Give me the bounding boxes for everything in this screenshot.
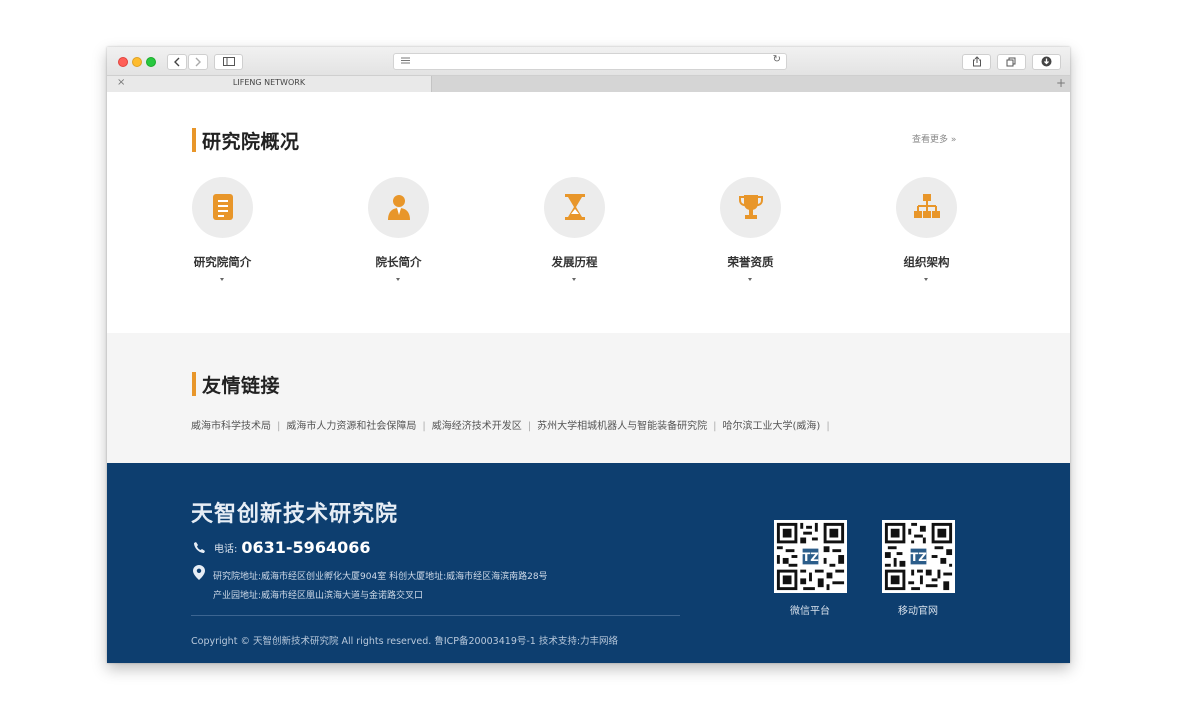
link-separator: |	[277, 421, 281, 432]
qr-code-icon: TZ	[882, 520, 955, 593]
footer-phone: 电话: 0631-5964066	[193, 538, 370, 557]
org-chart-icon	[914, 194, 940, 218]
share-button[interactable]	[962, 54, 991, 70]
zoom-window-button[interactable]	[146, 57, 156, 67]
feature-icon-circle	[544, 177, 605, 238]
link-separator: |	[422, 421, 426, 432]
friend-links-list: 威海市科学技术局 | 威海市人力资源和社会保障局 | 威海经济技术开发区 | 苏州大学相城机…	[191, 417, 836, 432]
chevron-left-icon	[174, 57, 180, 67]
feature-label: 荣誉资质	[727, 255, 774, 269]
feature-icon-circle	[720, 177, 781, 238]
qr-code-icon: TZ	[774, 520, 847, 593]
hourglass-icon	[565, 194, 585, 220]
person-icon	[388, 195, 410, 220]
downloads-button[interactable]	[1032, 54, 1061, 70]
feature-label: 发展历程	[551, 255, 598, 269]
footer-address-1: 研究院地址:威海市经区创业孵化大厦904室 科创大厦地址:威海市经区海滨南路28…	[213, 572, 548, 582]
feature-label: 院长简介	[375, 255, 422, 269]
link-separator: |	[527, 421, 532, 432]
link-separator: |	[826, 421, 830, 432]
feature-icon-circle	[192, 177, 253, 238]
feature-label: 研究院简介	[193, 255, 252, 269]
reload-icon[interactable]: ↻	[773, 54, 781, 65]
friend-links-title: 友情链接	[202, 375, 281, 397]
qr-label: 微信平台	[790, 606, 830, 617]
sidebar-icon	[222, 57, 235, 66]
browser-toolbar: ↻	[107, 47, 1070, 76]
close-window-button[interactable]	[118, 57, 128, 67]
forward-button[interactable]	[188, 54, 208, 70]
footer-org-name: 天智创新技术研究院	[191, 502, 399, 527]
tab-title: LIFENG NETWORK	[232, 78, 306, 87]
overview-title: 研究院概况	[202, 131, 300, 153]
friend-links-section: 友情链接 威海市科学技术局 | 威海市人力资源和社会保障局 | 威海经济技术开发区 | 苏州…	[107, 333, 1070, 463]
phone-number: 0631-5964066	[241, 538, 371, 557]
minimize-window-button[interactable]	[132, 57, 142, 67]
friend-link[interactable]: 威海经济技术开发区	[432, 421, 522, 432]
new-tab-icon[interactable]: +	[1056, 76, 1066, 90]
reader-menu-icon	[401, 57, 410, 64]
tab-bar: × LIFENG NETWORK +	[107, 76, 1070, 93]
download-icon	[1041, 56, 1052, 67]
caret-down-icon	[220, 278, 224, 281]
phone-label: 电话:	[214, 544, 238, 555]
back-button[interactable]	[167, 54, 187, 70]
feature-icon-circle	[896, 177, 957, 238]
caret-down-icon	[572, 278, 576, 281]
caret-down-icon	[396, 278, 400, 281]
link-separator: |	[713, 421, 717, 432]
section-accent-bar	[192, 372, 196, 396]
address-bar[interactable]: ↻	[393, 53, 787, 70]
friend-link[interactable]: 威海市科学技术局	[191, 421, 271, 432]
friend-link[interactable]: 苏州大学相城机器人与智能装备研究院	[537, 421, 707, 432]
page-content: 研究院概况 查看更多 » 研究院简介 院长简介 发展历程 荣誉资质 组织架构 友…	[107, 92, 1070, 663]
location-pin-icon	[193, 565, 205, 580]
site-footer: 天智创新技术研究院 电话: 0631-5964066 研究院地址:威海市经区创业孵…	[107, 463, 1070, 663]
view-more-link[interactable]: 查看更多 »	[912, 132, 956, 145]
browser-window: ↻ × LIFENG NETWORK + 研究院概况 查看更多 » 研究院简介 …	[107, 47, 1070, 663]
tabs-icon	[1006, 57, 1016, 67]
tabs-overview-button[interactable]	[997, 54, 1026, 70]
feature-icon-circle	[368, 177, 429, 238]
share-icon	[972, 56, 981, 67]
footer-address-2: 产业园地址:威海市经区凰山滨海大道与金诺路交叉口	[213, 591, 424, 601]
svg-text:TZ: TZ	[802, 550, 818, 564]
overview-section: 研究院概况 查看更多 » 研究院简介 院长简介 发展历程 荣誉资质 组织架构	[107, 92, 1070, 333]
footer-copyright: Copyright © 天智创新技术研究院 All rights reserve…	[191, 636, 619, 647]
section-accent-bar	[192, 128, 196, 152]
friend-link[interactable]: 威海市人力资源和社会保障局	[286, 421, 416, 432]
chevron-right-icon	[195, 57, 201, 67]
caret-down-icon	[748, 278, 752, 281]
footer-divider	[191, 615, 680, 616]
tab-active[interactable]: × LIFENG NETWORK	[107, 76, 432, 92]
phone-icon	[194, 542, 205, 553]
qr-label: 移动官网	[898, 606, 938, 617]
friend-link[interactable]: 哈尔滨工业大学(威海)	[723, 421, 821, 432]
caret-down-icon	[924, 278, 928, 281]
qr-code-mobile: TZ	[882, 520, 955, 593]
feature-label: 组织架构	[903, 255, 950, 269]
document-icon	[213, 194, 233, 220]
trophy-icon	[739, 195, 763, 219]
svg-text:TZ: TZ	[910, 550, 926, 564]
qr-code-wechat: TZ	[774, 520, 847, 593]
sidebar-button[interactable]	[214, 54, 243, 70]
